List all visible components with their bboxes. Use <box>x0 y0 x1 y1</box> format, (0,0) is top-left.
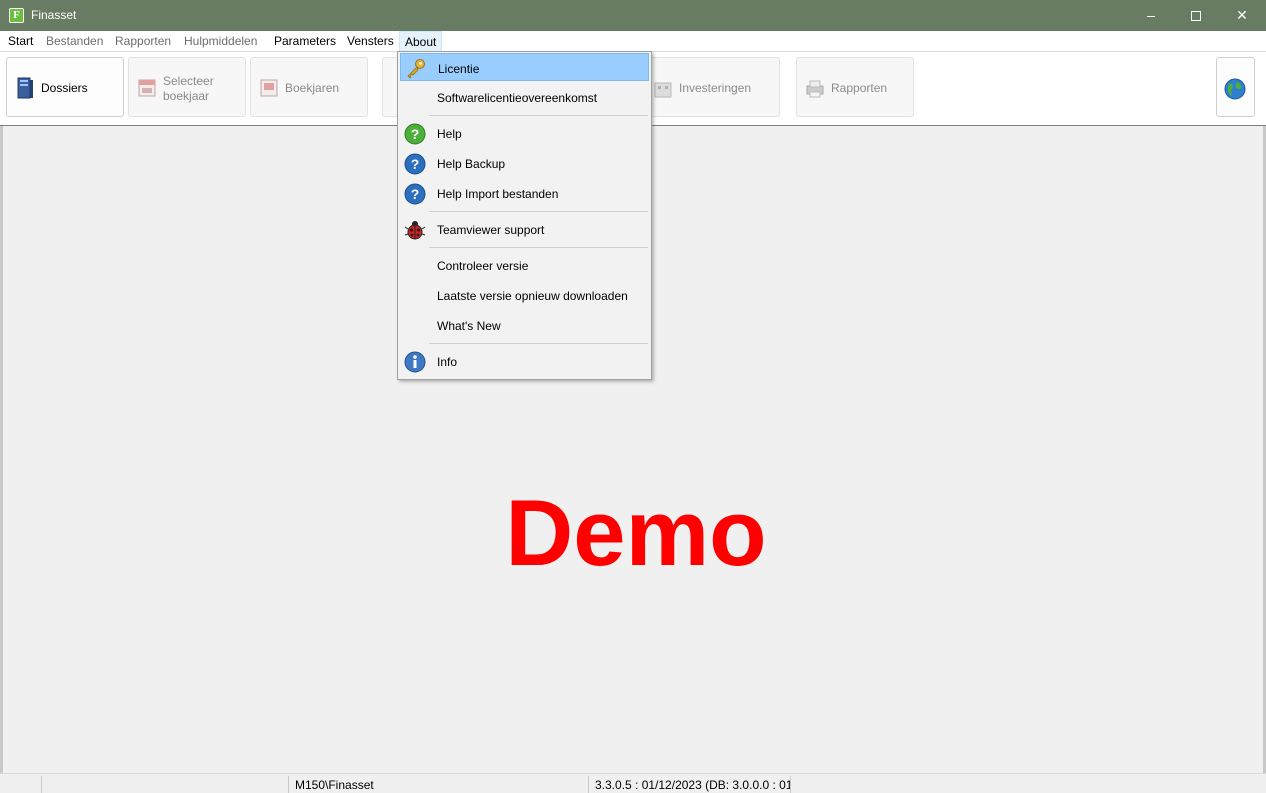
rapporten-button[interactable]: Rapporten <box>796 57 914 117</box>
menu-bar: Start Bestanden Rapporten Hulpmiddelen P… <box>0 31 1266 51</box>
boekjaren-label: Boekjaren <box>285 81 340 95</box>
status-version: 3.3.0.5 : 01/12/2023 (DB: 3.0.0.0 : 01/1… <box>589 776 791 793</box>
globe-icon <box>1224 78 1246 100</box>
status-path: M150\Finasset <box>289 776 589 793</box>
status-cell-1 <box>0 776 42 793</box>
menu-separator <box>429 247 648 248</box>
menu-item-softwarelicentie[interactable]: Softwarelicentieovereenkomst <box>400 83 649 111</box>
selecteer-boekjaar-label: Selecteer boekjaar <box>163 74 214 103</box>
softwarelicentie-label: Softwarelicentieovereenkomst <box>437 91 598 105</box>
menu-separator <box>429 115 648 116</box>
rapporten-label: Rapporten <box>831 81 888 95</box>
dossiers-button[interactable]: Dossiers <box>6 57 124 117</box>
menu-item-help-import[interactable]: ? Help Import bestanden <box>400 179 649 207</box>
menu-rapporten[interactable]: Rapporten <box>115 34 171 48</box>
menu-item-help-backup[interactable]: ? Help Backup <box>400 149 649 177</box>
printer-icon <box>806 80 824 98</box>
help-backup-label: Help Backup <box>437 157 506 171</box>
menu-parameters[interactable]: Parameters <box>274 34 336 48</box>
menu-item-help[interactable]: ? Help <box>400 119 649 147</box>
menu-item-licentie[interactable]: Licentie <box>400 53 649 81</box>
maximize-icon <box>1191 11 1201 22</box>
title-bar[interactable]: F Finasset – ✕ <box>0 0 1266 31</box>
menu-item-laatste-versie[interactable]: Laatste versie opnieuw downloaden <box>400 281 649 309</box>
investeringen-label: Investeringen <box>679 81 752 95</box>
about-dropdown-menu: Licentie Softwarelicentieovereenkomst ? … <box>397 51 652 380</box>
help-green-icon: ? <box>404 123 426 145</box>
menu-separator <box>429 211 648 212</box>
status-cell-2 <box>42 776 289 793</box>
menu-item-whats-new[interactable]: What's New <box>400 311 649 339</box>
menu-start[interactable]: Start <box>8 34 33 48</box>
menu-item-controleer-versie[interactable]: Controleer versie <box>400 251 649 279</box>
help-blue-icon: ? <box>404 153 426 175</box>
menu-bestanden[interactable]: Bestanden <box>46 34 103 48</box>
menu-separator <box>429 343 648 344</box>
window-title: Finasset <box>31 8 77 22</box>
whats-new-label: What's New <box>437 319 501 333</box>
ladybug-icon <box>404 221 426 240</box>
svg-text:?: ? <box>411 156 420 172</box>
selecteer-boekjaar-button[interactable]: Selecteer boekjaar <box>128 57 246 117</box>
laatste-versie-label: Laatste versie opnieuw downloaden <box>437 289 628 303</box>
key-icon <box>407 59 425 79</box>
svg-text:?: ? <box>411 126 420 142</box>
help-import-label: Help Import bestanden <box>437 187 559 201</box>
menu-about[interactable]: About <box>399 31 443 51</box>
building-icon <box>654 82 672 98</box>
app-icon: F <box>9 8 24 23</box>
close-button[interactable]: ✕ <box>1219 0 1265 31</box>
menu-item-info[interactable]: Info <box>400 347 649 375</box>
menu-hulpmiddelen[interactable]: Hulpmiddelen <box>184 34 257 48</box>
boekjaren-button[interactable]: Boekjaren <box>250 57 368 117</box>
help-label: Help <box>437 127 462 141</box>
calendar-icon <box>138 79 156 97</box>
minimize-button[interactable]: – <box>1128 0 1174 31</box>
demo-watermark: Demo <box>505 480 767 585</box>
web-button[interactable] <box>1216 57 1255 117</box>
investeringen-button[interactable]: Investeringen <box>650 57 780 117</box>
controleer-versie-label: Controleer versie <box>437 259 529 273</box>
svg-text:?: ? <box>411 186 420 202</box>
calendar-icon <box>260 79 278 97</box>
maximize-button[interactable] <box>1173 0 1219 31</box>
menu-item-teamviewer[interactable]: Teamviewer support <box>400 215 649 243</box>
help-blue-icon: ? <box>404 183 426 205</box>
server-icon <box>17 77 33 99</box>
menu-vensters[interactable]: Vensters <box>347 34 394 48</box>
info-label: Info <box>437 355 458 369</box>
dossiers-label: Dossiers <box>41 81 88 95</box>
teamviewer-label: Teamviewer support <box>437 223 545 237</box>
licentie-label: Licentie <box>438 62 480 76</box>
info-icon <box>404 351 426 373</box>
status-bar: M150\Finasset 3.3.0.5 : 01/12/2023 (DB: … <box>0 773 1266 793</box>
